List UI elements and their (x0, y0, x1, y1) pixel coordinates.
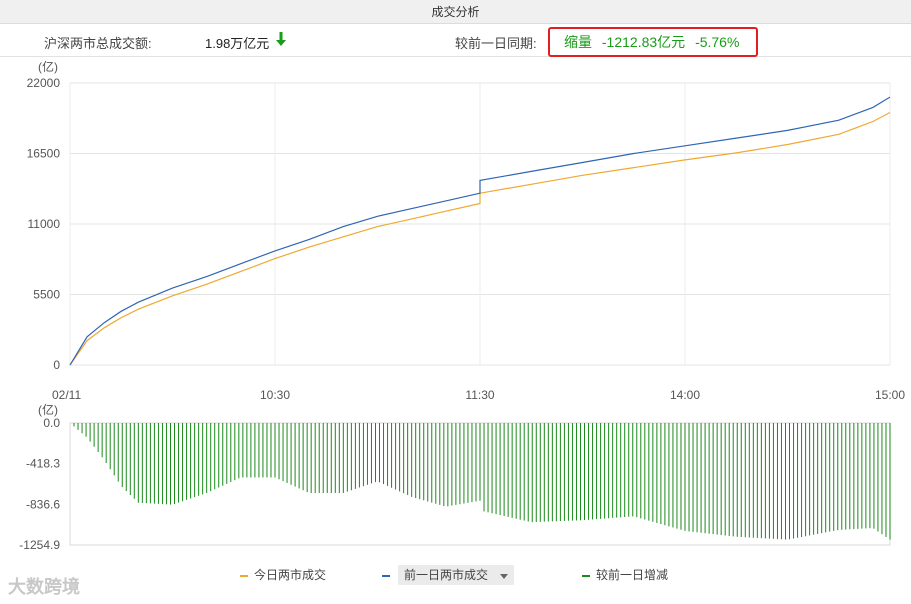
watermark-text: 大数跨境 (8, 577, 80, 597)
y-unit-label: (亿) (38, 402, 58, 417)
chart-legend: 今日两市成交 前一日两市成交 较前一日增减 (0, 562, 911, 586)
window-title: 成交分析 (0, 0, 911, 24)
y-tick-label: 5500 (33, 288, 60, 302)
y-tick-label: 11000 (28, 217, 61, 231)
legend-today-swatch (240, 574, 248, 577)
watermark-logo: 大数跨境 (8, 573, 80, 599)
y-tick-label: 22000 (27, 76, 61, 90)
y-tick-label: 0 (53, 358, 60, 372)
volume-change-box: 缩量 -1212.83亿元 -5.76% (548, 27, 758, 57)
legend-previous-swatch (382, 574, 390, 577)
chevron-down-icon (500, 574, 509, 579)
change-word: 缩量 (564, 34, 592, 50)
x-tick-label: 15:00 (875, 388, 905, 402)
y-tick-label: 0.0 (43, 416, 60, 430)
compare-label: 较前一日同期: (455, 36, 537, 51)
change-percent: -5.76% (695, 34, 740, 50)
turnover-chart: 22000165001100055000(亿)02/11 10:30 11:30 14… (19, 59, 905, 552)
x-tick-label: 10:30 (260, 388, 290, 402)
arrow-down-icon (276, 32, 286, 46)
summary-bar: 沪深两市总成交额: 1.98万亿元 较前一日同期: 缩量 -1212.83亿元 … (0, 24, 911, 57)
legend-diff[interactable]: 较前一日增减 (582, 565, 668, 585)
y-tick-label: 16500 (27, 147, 61, 161)
y-unit-label: (亿) (38, 59, 58, 74)
y-tick-label: -418.3 (26, 457, 60, 471)
x-tick-label: 02/11 (52, 388, 81, 402)
legend-diff-label: 较前一日增减 (596, 568, 669, 582)
x-tick-label: 11:30 (465, 388, 494, 402)
y-tick-label: -1254.9 (19, 538, 60, 552)
x-tick-label: 14:00 (670, 388, 700, 402)
legend-previous-label: 前一日两市成交 (404, 568, 489, 582)
legend-today[interactable]: 今日两市成交 (240, 565, 326, 585)
legend-today-label: 今日两市成交 (254, 568, 327, 582)
y-tick-label: -836.6 (26, 497, 60, 511)
total-turnover-label: 沪深两市总成交额: (44, 36, 152, 51)
legend-diff-swatch (582, 574, 590, 577)
legend-previous-dropdown[interactable]: 前一日两市成交 (398, 565, 515, 585)
total-turnover-value: 1.98万亿元 (205, 36, 270, 51)
change-amount: -1212.83亿元 (601, 34, 686, 50)
legend-previous[interactable] (382, 565, 396, 585)
